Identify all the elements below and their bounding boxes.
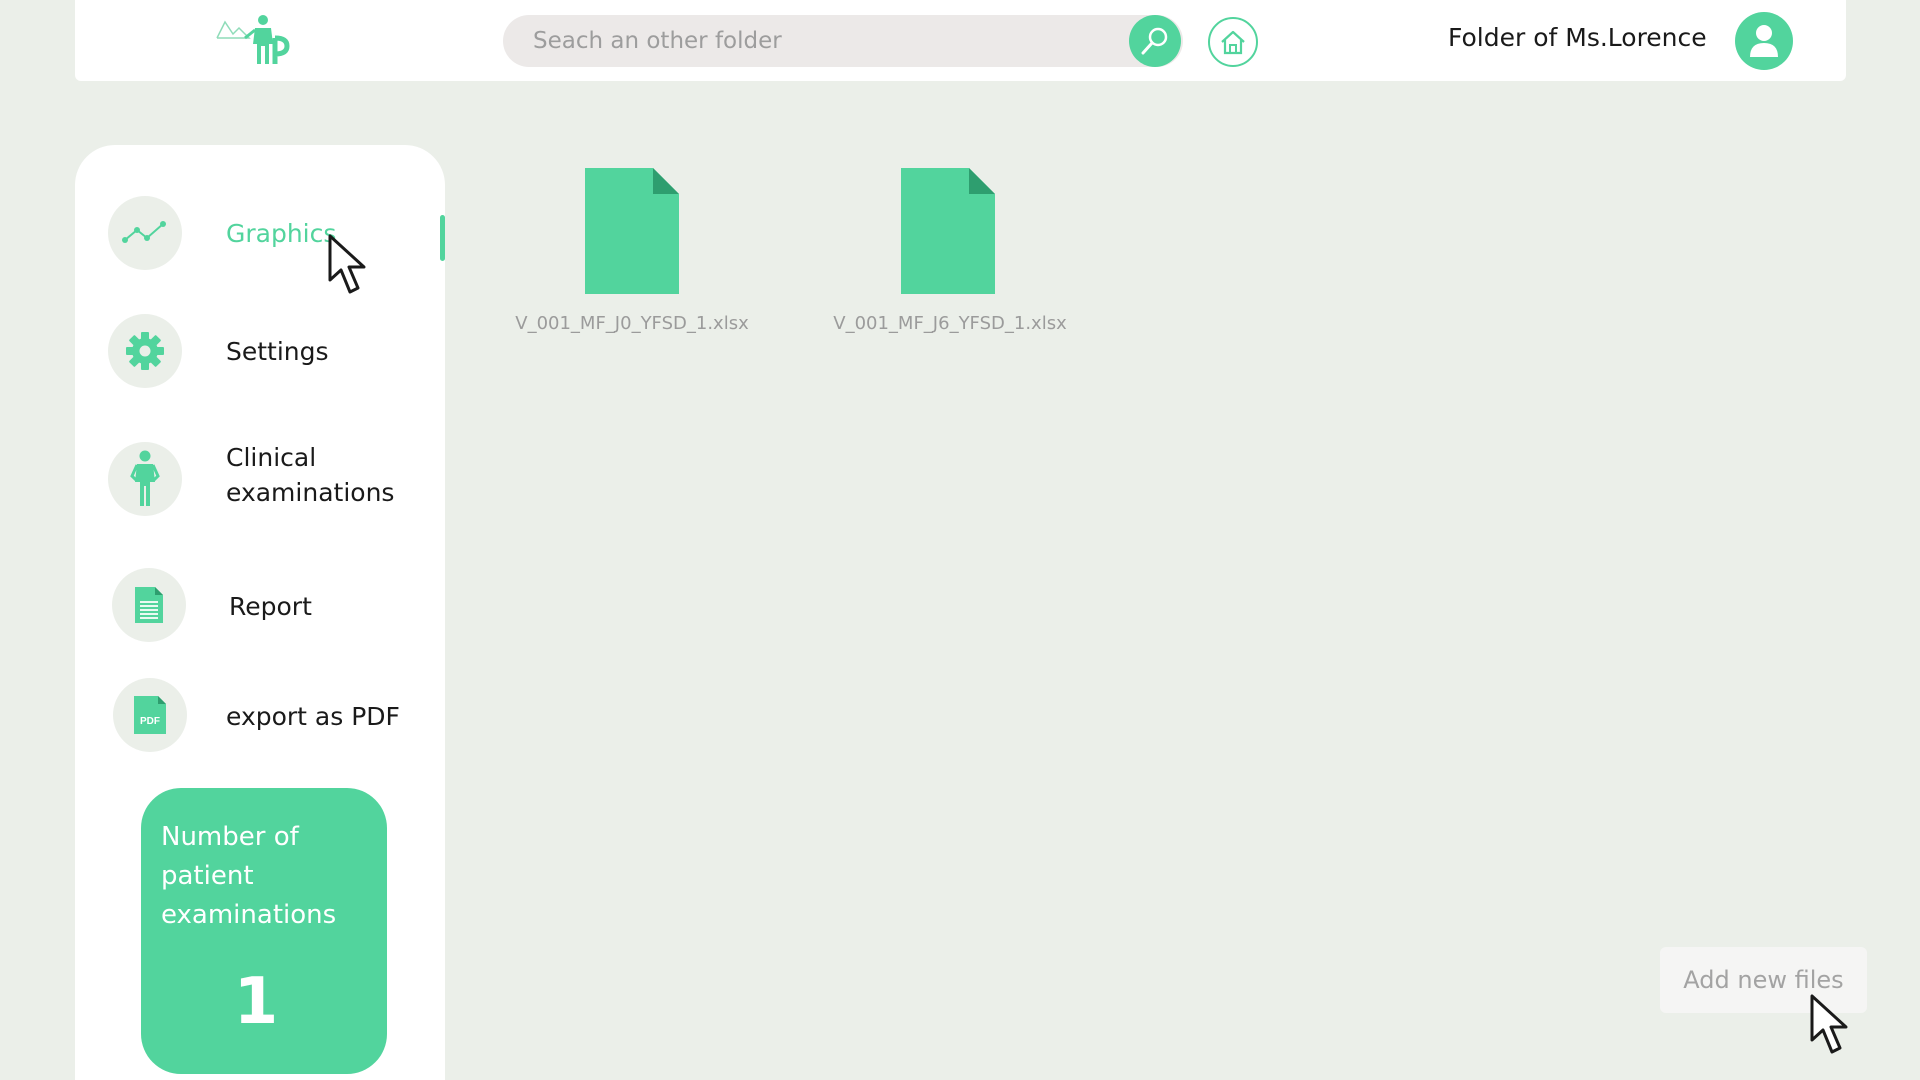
search-button[interactable]	[1129, 15, 1181, 67]
sidebar: Graphics Settings Clinical examinations …	[75, 145, 445, 1080]
logo-icon	[216, 15, 290, 64]
sidebar-item-label: Clinical examinations	[226, 443, 395, 507]
pdf-badge-text: PDF	[140, 716, 160, 727]
file-name: V_001_MF_J6_YFSD_1.xlsx	[833, 313, 1067, 334]
chart-line-icon	[122, 221, 166, 243]
folder-owner-label: Folder of Ms.Lorence	[1448, 23, 1707, 52]
file-item[interactable]: V_001_MF_J6_YFSD_1.xlsx	[815, 168, 1085, 348]
sidebar-item-label: Settings	[226, 337, 329, 366]
add-new-files-button[interactable]: Add new files	[1660, 947, 1867, 1013]
file-name: V_001_MF_J0_YFSD_1.xlsx	[515, 313, 749, 334]
settings-icon-wrapper	[108, 314, 182, 388]
stat-card-title: Number of patient examinations	[161, 822, 337, 930]
report-icon-wrapper	[112, 568, 186, 642]
clinical-icon-wrapper	[108, 442, 182, 516]
sidebar-item-label: Graphics	[226, 219, 337, 248]
user-avatar[interactable]	[1735, 12, 1793, 70]
sidebar-item-graphics[interactable]: Graphics	[75, 196, 445, 272]
file-item[interactable]: V_001_MF_J0_YFSD_1.xlsx	[497, 168, 767, 348]
spreadsheet-file-icon	[901, 168, 995, 294]
sidebar-item-export-pdf[interactable]: PDF export as PDF	[75, 678, 445, 754]
pdf-icon-wrapper: PDF	[113, 678, 187, 752]
sidebar-item-settings[interactable]: Settings	[75, 314, 445, 390]
pdf-icon: PDF	[134, 696, 166, 734]
magnifier-icon	[1141, 27, 1168, 55]
document-icon	[135, 587, 163, 623]
home-icon	[1221, 30, 1245, 55]
stat-card-value: 1	[233, 965, 279, 1039]
app-logo[interactable]	[215, 14, 299, 66]
sidebar-item-label: export as PDF	[226, 702, 400, 731]
sidebar-item-clinical-examinations[interactable]: Clinical examinations	[75, 440, 445, 520]
patient-examinations-card: Number of patient examinations 1	[141, 788, 387, 1074]
graphics-icon-wrapper	[108, 196, 182, 270]
sidebar-item-label: Report	[229, 592, 312, 621]
home-button[interactable]	[1208, 17, 1258, 67]
spreadsheet-file-icon	[585, 168, 679, 294]
active-indicator	[440, 215, 445, 261]
gear-icon	[126, 332, 164, 370]
search-bar	[503, 15, 1183, 67]
person-icon	[130, 450, 160, 506]
search-input[interactable]	[533, 23, 1093, 59]
sidebar-item-report[interactable]: Report	[75, 568, 445, 644]
user-icon	[1750, 25, 1778, 57]
